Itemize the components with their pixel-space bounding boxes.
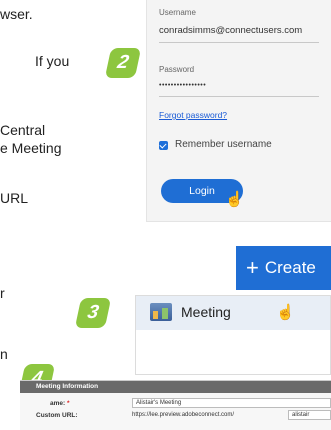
step-2-badge: 2 — [104, 48, 142, 78]
remember-label: Remember username — [175, 139, 272, 150]
doc-text-line: e Meeting — [0, 140, 62, 156]
create-button[interactable]: + Create — [236, 246, 331, 290]
plus-icon: + — [246, 255, 259, 280]
username-underline — [159, 42, 319, 43]
create-menu: Meeting ☝ — [135, 295, 331, 375]
username-label: Username — [159, 8, 196, 17]
doc-text-line: URL — [0, 190, 29, 206]
menu-item-meeting[interactable]: Meeting ☝ — [136, 296, 330, 330]
meeting-info-panel: Meeting Information ame: * Alistair's Me… — [20, 380, 331, 430]
doc-text-line: r — [0, 285, 5, 301]
hand-cursor-icon: ☝ — [276, 304, 295, 321]
required-marker: * — [67, 400, 70, 407]
password-underline — [159, 96, 319, 97]
meeting-info-header: Meeting Information — [20, 381, 331, 393]
password-field[interactable]: •••••••••••••••• — [159, 82, 206, 89]
doc-text-line: Central — [0, 122, 46, 138]
doc-text-line: If you — [35, 53, 70, 69]
meeting-label: Meeting — [181, 304, 231, 320]
name-label-text: ame: — [50, 400, 66, 407]
doc-text-line: n — [0, 346, 8, 362]
meeting-icon — [150, 303, 172, 321]
meeting-name-input[interactable]: Alistair's Meeting — [132, 398, 331, 408]
create-label: Create — [264, 258, 316, 277]
custom-url-input[interactable]: alistair — [288, 410, 331, 420]
hand-cursor-icon: ☝ — [225, 191, 244, 208]
password-label: Password — [159, 65, 195, 74]
remember-checkbox[interactable] — [159, 141, 168, 150]
doc-text-line: wser. — [0, 6, 33, 22]
name-label: ame: * — [50, 400, 70, 407]
username-field[interactable]: conradsimms@connectusers.com — [159, 25, 302, 36]
login-panel: Username conradsimms@connectusers.com Pa… — [146, 0, 331, 222]
step-3-badge: 3 — [74, 298, 112, 328]
custom-url-label: Custom URL: — [36, 412, 78, 419]
custom-url-prefix: https://lee.preview.adobeconnect.com/ — [132, 412, 235, 418]
forgot-password-link[interactable]: Forgot password? — [159, 110, 227, 120]
